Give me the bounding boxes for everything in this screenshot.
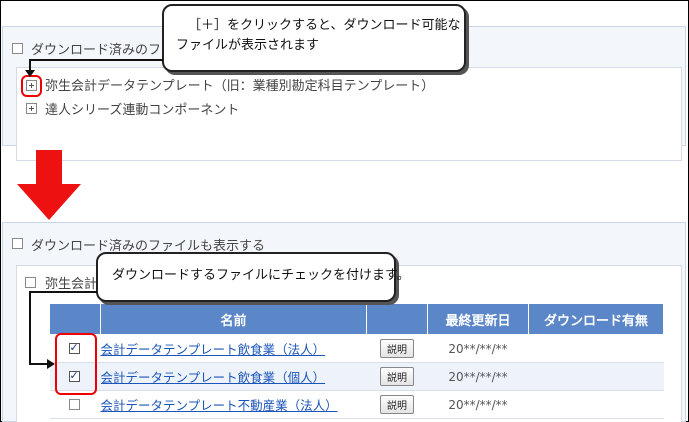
callout-expand-hint: ［＋］をクリックすると、ダウンロード可能な ファイルが表示されます bbox=[162, 4, 466, 72]
col-header-button bbox=[366, 303, 428, 335]
callout-text-line2: ファイルが表示されます bbox=[176, 38, 320, 53]
callout-text: ダウンロードするファイルにチェックを付けます。 bbox=[112, 268, 410, 283]
callout-connector-line bbox=[29, 291, 97, 293]
callout-connector-line bbox=[29, 291, 31, 364]
show-downloaded-checkbox[interactable] bbox=[12, 238, 23, 249]
download-status bbox=[528, 334, 664, 363]
callout-check-hint: ダウンロードするファイルにチェックを付けます。 bbox=[96, 252, 410, 302]
description-button[interactable]: 説明 bbox=[380, 367, 414, 386]
highlight-expand-box bbox=[21, 75, 42, 97]
download-status bbox=[528, 362, 664, 391]
callout-connector-line bbox=[29, 363, 47, 365]
group-checkbox[interactable] bbox=[25, 277, 36, 288]
row-checkbox[interactable] bbox=[68, 399, 80, 410]
callout-arrow-icon bbox=[25, 70, 35, 77]
col-header-check bbox=[49, 303, 101, 335]
description-button[interactable]: 説明 bbox=[380, 395, 414, 414]
callout-arrow-icon bbox=[47, 359, 55, 369]
file-link[interactable]: 会計データテンプレート不動産業（法人） bbox=[101, 398, 338, 413]
col-header-name: 名前 bbox=[100, 303, 367, 335]
callout-connector-line bbox=[29, 59, 163, 61]
table-row: 会計データテンプレート飲食業（法人） 説明 20**/**/** bbox=[49, 334, 664, 363]
group-label: 弥生会計 bbox=[45, 277, 98, 292]
file-table: 名前 最終更新日 ダウンロード有無 会計データテンプレート飲食業（法人） 説明 … bbox=[49, 303, 664, 419]
down-arrow-head-icon bbox=[17, 184, 81, 220]
file-link[interactable]: 会計データテンプレート飲食業（個人） bbox=[101, 370, 326, 385]
down-arrow-icon bbox=[36, 150, 62, 184]
updated-date: 20**/**/** bbox=[427, 362, 529, 391]
callout-text-line1: ［＋］をクリックすると、ダウンロード可能な bbox=[188, 18, 461, 33]
col-header-updated: 最終更新日 bbox=[427, 303, 529, 335]
show-downloaded-checkbox[interactable] bbox=[12, 43, 23, 54]
description-button[interactable]: 説明 bbox=[380, 339, 414, 358]
show-downloaded-label: ダウンロード済みのファ bbox=[31, 43, 175, 58]
expand-icon[interactable] bbox=[26, 103, 37, 114]
table-row: 会計データテンプレート飲食業（個人） 説明 20**/**/** bbox=[49, 362, 664, 391]
highlight-checked-boxes bbox=[55, 333, 97, 395]
tree-item-yayoi-template[interactable]: 弥生会計データテンプレート（旧：業種別勘定科目テンプレート） bbox=[45, 75, 434, 94]
table-row: 会計データテンプレート不動産業（法人） 説明 20**/**/** bbox=[49, 390, 664, 419]
file-link[interactable]: 会計データテンプレート飲食業（法人） bbox=[101, 342, 326, 357]
col-header-download-status: ダウンロード有無 bbox=[528, 303, 664, 335]
updated-date: 20**/**/** bbox=[427, 390, 529, 419]
download-status bbox=[528, 390, 664, 419]
tree-item-tatsujin-component[interactable]: 達人シリーズ連動コンポーネント bbox=[45, 99, 239, 118]
updated-date: 20**/**/** bbox=[427, 334, 529, 363]
